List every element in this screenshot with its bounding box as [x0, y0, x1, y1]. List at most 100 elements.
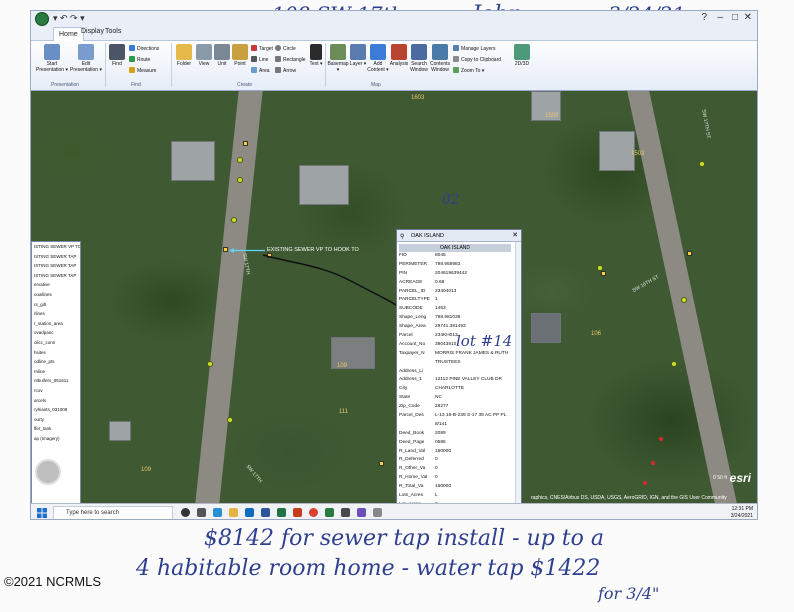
find-button[interactable]: Find: [107, 44, 127, 67]
start-presentation-button[interactable]: Start Presentation ▾: [35, 44, 69, 73]
target-button[interactable]: Target: [251, 45, 273, 52]
excel-icon[interactable]: [277, 508, 286, 517]
hydrant-marker-icon[interactable]: [237, 157, 243, 163]
teams-icon[interactable]: [357, 508, 366, 517]
app-icon[interactable]: [341, 508, 350, 517]
layer-item[interactable]: ntbuifers_051611: [32, 376, 80, 386]
route-button[interactable]: Route: [129, 56, 150, 63]
hydrant-marker-icon[interactable]: [681, 297, 687, 303]
layer-item[interactable]: hsites: [32, 348, 80, 358]
quick-access-toolbar[interactable]: ▾ ↶ ↷ ▾: [53, 13, 85, 24]
tab-tools[interactable]: Tools: [105, 28, 121, 35]
directions-button[interactable]: Directions: [129, 45, 159, 52]
minimize-button[interactable]: –: [717, 12, 723, 23]
outlook-icon[interactable]: [245, 508, 254, 517]
popup-close-button[interactable]: ✕: [512, 230, 518, 242]
layer-item[interactable]: odline_pts: [32, 357, 80, 367]
find-label: Find: [112, 61, 122, 67]
layer-item[interactable]: olicc_conn: [32, 338, 80, 348]
layer-item[interactable]: ovadpanc: [32, 328, 80, 338]
tab-display[interactable]: Display: [81, 28, 104, 35]
file-explorer-icon[interactable]: [229, 508, 238, 517]
contents-window-button[interactable]: Contents Window: [429, 44, 451, 73]
area-button[interactable]: Area: [251, 67, 270, 74]
edge-icon[interactable]: [213, 508, 222, 517]
hydrant-marker-icon[interactable]: [671, 361, 677, 367]
point-button[interactable]: Point: [231, 44, 249, 67]
layer-item[interactable]: rs_gilt: [32, 300, 80, 310]
2d-3d-button[interactable]: 2D/3D: [513, 44, 531, 67]
powerpoint-icon[interactable]: [293, 508, 302, 517]
hydrant-marker-icon[interactable]: [231, 217, 237, 223]
arrow-button[interactable]: Arrow: [275, 67, 296, 74]
analysis-button[interactable]: Analysis: [389, 44, 409, 67]
search-window-button[interactable]: Search Window: [409, 44, 429, 73]
maximize-button[interactable]: □: [732, 12, 738, 23]
taskbar-search-input[interactable]: Type here to search: [53, 506, 173, 519]
zoom-to-button[interactable]: Zoom To ▾: [453, 67, 484, 74]
copy-to-clipboard-button[interactable]: Copy to Clipboard: [453, 56, 501, 63]
sewer-valve-icon[interactable]: [379, 461, 384, 466]
hydrant-marker-icon[interactable]: [227, 417, 233, 423]
pin-icon[interactable]: ⚲: [400, 231, 404, 243]
red-point-icon[interactable]: [659, 437, 663, 441]
layer-item[interactable]: arcels: [32, 396, 80, 406]
layer-item[interactable]: ISTING SEWER VP TO HOO: [32, 242, 80, 252]
chrome-icon[interactable]: [309, 508, 318, 517]
line-label: Line: [259, 57, 269, 63]
task-view-icon[interactable]: [197, 508, 206, 517]
layer-item[interactable]: ffer_tank: [32, 424, 80, 434]
attribute-name: PARCEL_ID: [399, 288, 426, 294]
map-view[interactable]: 1603 1505 1503 106 109 111 1600 109 SW 1…: [31, 91, 757, 503]
layer-item[interactable]: ryhiants_031008: [32, 405, 80, 415]
layer-item[interactable]: ISTING SEWER TAP: [32, 252, 80, 262]
view-button[interactable]: View: [195, 44, 213, 67]
layer-item[interactable]: ervative: [32, 280, 80, 290]
layer-item[interactable]: ourty: [32, 415, 80, 425]
layer-item[interactable]: ooallines: [32, 290, 80, 300]
layer-item[interactable]: rnline: [32, 367, 80, 377]
sewer-valve-icon[interactable]: [687, 251, 692, 256]
sewer-valve-icon[interactable]: [601, 271, 606, 276]
add-content-button[interactable]: Add Content ▾: [367, 44, 389, 73]
system-clock[interactable]: 12:31 PM 3/24/2021: [731, 506, 753, 519]
hydrant-marker-icon[interactable]: [699, 161, 705, 167]
red-point-icon[interactable]: [643, 481, 647, 485]
arcgis-icon[interactable]: [325, 508, 334, 517]
circle-button[interactable]: Circle: [275, 45, 296, 52]
app-logo-icon[interactable]: [35, 12, 49, 26]
layer-item[interactable]: rcov: [32, 386, 80, 396]
cortana-icon[interactable]: [181, 508, 190, 517]
layer-item[interactable]: ap (Imagery): [32, 434, 80, 444]
hydrant-marker-icon[interactable]: [237, 177, 243, 183]
popup-scrollbar[interactable]: [515, 242, 521, 503]
close-button[interactable]: ✕: [744, 12, 752, 23]
manage-layers-button[interactable]: Manage Layers: [453, 45, 495, 52]
basemap-label: Basemap ▾: [327, 61, 349, 73]
hydrant-marker-icon[interactable]: [207, 361, 213, 367]
rectangle-button[interactable]: Rectangle: [275, 56, 306, 63]
folder-button[interactable]: Folder: [174, 44, 194, 67]
layer-item[interactable]: ISTING SEWER TAP: [32, 271, 80, 281]
windows-start-icon[interactable]: [37, 508, 47, 518]
layer-item[interactable]: ISTING SEWER TAP: [32, 261, 80, 271]
red-point-icon[interactable]: [651, 461, 655, 465]
layer-item[interactable]: r_station_area: [32, 319, 80, 329]
layer-button[interactable]: Layer ▾: [349, 44, 367, 67]
app-icon[interactable]: [373, 508, 382, 517]
measure-button[interactable]: Measure: [129, 67, 156, 74]
word-icon[interactable]: [261, 508, 270, 517]
edit-presentation-button[interactable]: Edit Presentation ▾: [69, 44, 103, 73]
unit-button[interactable]: Unit: [213, 44, 231, 67]
help-button[interactable]: ?: [701, 12, 707, 23]
title-bar: ▾ ↶ ↷ ▾ ? – □ ✕: [31, 11, 757, 27]
sewer-valve-icon[interactable]: [223, 247, 228, 252]
layer-item[interactable]: rlines: [32, 309, 80, 319]
text-button[interactable]: Text ▾: [309, 44, 323, 67]
basemap-button[interactable]: Basemap ▾: [327, 44, 349, 73]
sewer-valve-icon[interactable]: [243, 141, 248, 146]
line-button[interactable]: Line: [251, 56, 268, 63]
navigation-compass-icon[interactable]: [35, 459, 61, 485]
edit-presentation-label: Edit Presentation ▾: [70, 61, 102, 73]
tab-home[interactable]: Home: [53, 27, 84, 41]
